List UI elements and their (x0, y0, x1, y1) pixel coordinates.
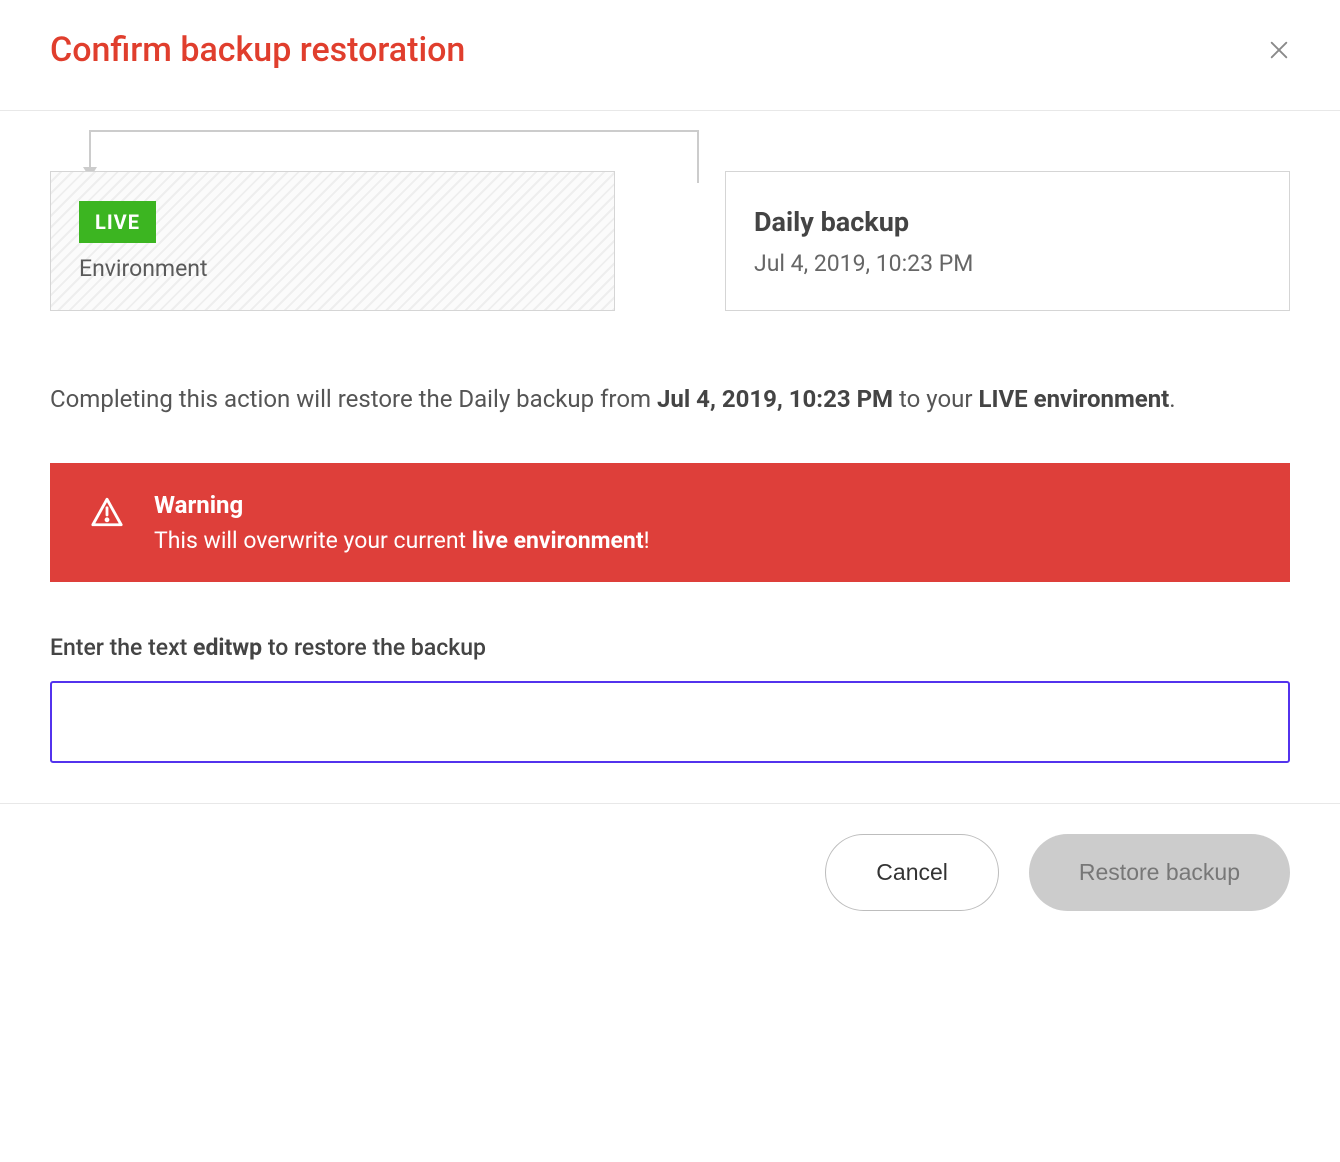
restore-backup-button[interactable]: Restore backup (1029, 834, 1290, 911)
warning-text: This will overwrite your current live en… (154, 527, 650, 554)
restore-diagram: LIVE Environment Daily backup Jul 4, 201… (50, 171, 1290, 311)
modal-content: LIVE Environment Daily backup Jul 4, 201… (0, 111, 1340, 803)
close-icon[interactable] (1268, 39, 1290, 61)
modal-footer: Cancel Restore backup (0, 803, 1340, 991)
source-timestamp: Jul 4, 2019, 10:23 PM (754, 250, 1261, 277)
action-description: Completing this action will restore the … (50, 381, 1290, 418)
confirm-input[interactable] (50, 681, 1290, 763)
cancel-button[interactable]: Cancel (825, 834, 999, 911)
warning-title: Warning (154, 491, 650, 519)
warning-icon (90, 495, 124, 533)
source-title: Daily backup (754, 206, 1261, 238)
source-backup-card: Daily backup Jul 4, 2019, 10:23 PM (725, 171, 1290, 311)
target-environment-card: LIVE Environment (50, 171, 615, 311)
modal-title: Confirm backup restoration (50, 30, 465, 70)
warning-banner: Warning This will overwrite your current… (50, 463, 1290, 582)
target-label: Environment (79, 255, 586, 282)
modal-header: Confirm backup restoration (0, 0, 1340, 111)
confirm-input-label: Enter the text editwp to restore the bac… (50, 634, 1290, 661)
live-badge: LIVE (79, 201, 156, 243)
